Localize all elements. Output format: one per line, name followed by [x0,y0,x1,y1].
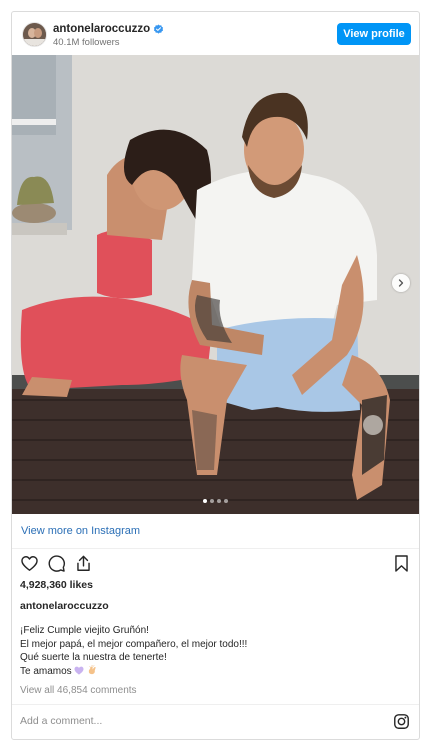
photo-illustration [12,55,419,514]
username[interactable]: antonelaroccuzzo [53,23,150,35]
view-more-link[interactable]: View more on Instagram [21,525,140,537]
caption-username[interactable]: antonelaroccuzzo [20,600,109,612]
post-photo[interactable] [12,55,419,514]
heart-icon[interactable] [20,554,39,573]
view-profile-button[interactable]: View profile [337,23,411,45]
carousel-next-button[interactable] [392,274,410,292]
caption-line: Te amamos [20,665,72,677]
caption-text: ¡Feliz Cumple viejito Gruñón! El mejor p… [20,624,247,678]
carousel-dot [203,499,207,503]
username-row: antonelaroccuzzo [53,22,164,36]
comment-input[interactable] [20,713,350,729]
purple-heart-icon [74,666,84,675]
instagram-embed: antonelaroccuzzo 40.1M followers View pr… [11,11,420,740]
caption-line-emoji: Te amamos [20,664,247,679]
caption-line: ¡Feliz Cumple viejito Gruñón! [20,625,149,636]
chevron-right-icon [398,279,404,287]
comment-bar [12,704,419,739]
view-more-row: View more on Instagram [12,514,419,549]
caption-line: El mejor papá, el mejor compañero, el me… [20,638,248,650]
instagram-icon[interactable] [393,713,410,730]
caption-line: Qué suerte la nuestra de tenerte! [20,652,167,663]
verified-badge-icon [154,23,164,34]
clapping-hands-icon [88,664,96,674]
follower-count: 40.1M followers [53,37,120,48]
carousel-dot [210,499,214,503]
comment-icon[interactable] [47,554,66,573]
carousel-dot [217,499,221,503]
carousel-indicator [12,499,419,503]
avatar[interactable] [22,22,47,47]
share-icon[interactable] [74,554,93,573]
carousel-dot [224,499,228,503]
like-count[interactable]: 4,928,360 likes [20,579,93,591]
action-bar [12,549,419,577]
bookmark-icon[interactable] [392,554,411,573]
view-comments-link[interactable]: View all 46,854 comments [20,685,137,696]
post-header: antonelaroccuzzo 40.1M followers View pr… [12,12,419,55]
